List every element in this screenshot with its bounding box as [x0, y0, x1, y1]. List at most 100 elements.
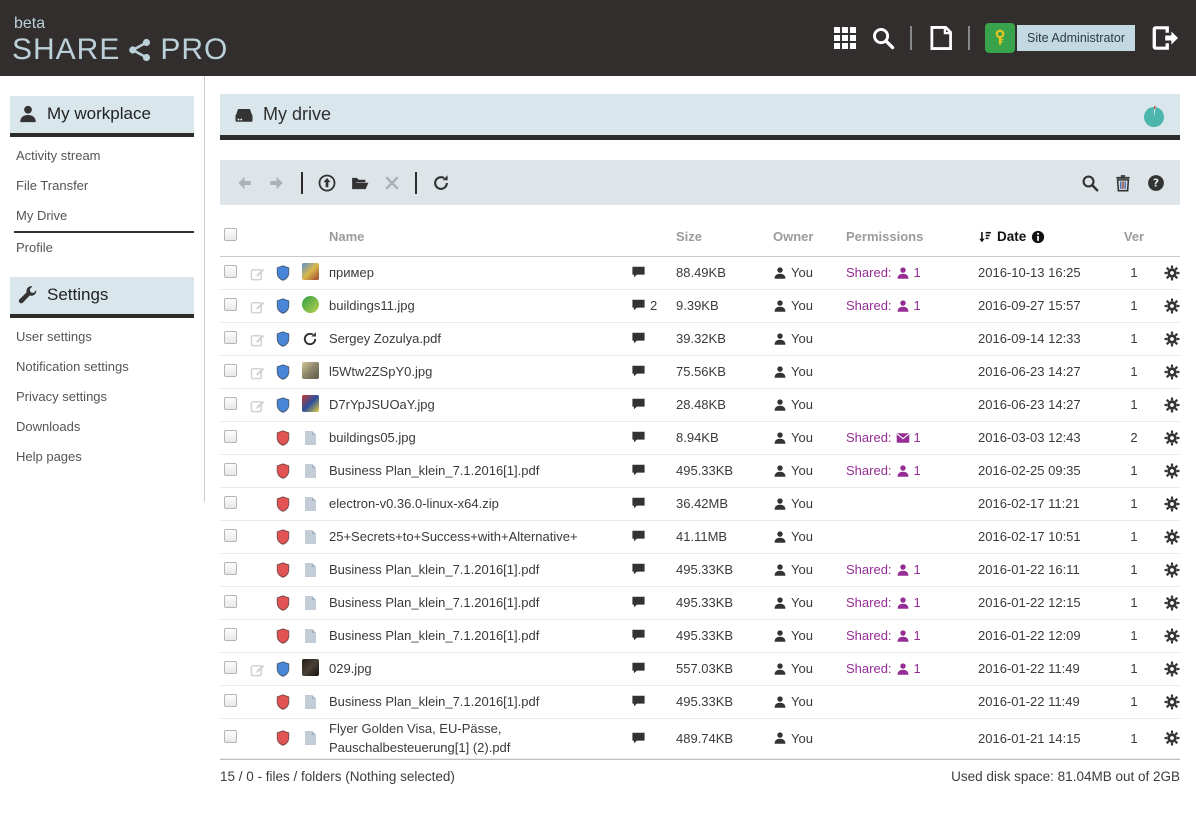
sidebar-item-file-transfer[interactable]: File Transfer: [14, 171, 194, 201]
gear-icon[interactable]: [1164, 661, 1180, 677]
logout-icon[interactable]: [1150, 24, 1178, 52]
gear-icon[interactable]: [1164, 331, 1180, 347]
open-folder-icon[interactable]: [351, 174, 369, 192]
back-icon[interactable]: [235, 174, 253, 192]
row-checkbox[interactable]: [224, 730, 237, 743]
gear-icon[interactable]: [1164, 463, 1180, 479]
row-checkbox[interactable]: [224, 364, 237, 377]
column-header-permissions[interactable]: Permissions: [846, 229, 978, 244]
user-avatar[interactable]: [985, 23, 1015, 53]
help-icon[interactable]: [1147, 174, 1165, 192]
file-name[interactable]: Business Plan_klein_7.1.2016[1].pdf: [329, 593, 631, 613]
gear-icon[interactable]: [1164, 430, 1180, 446]
file-name[interactable]: пример: [329, 263, 631, 283]
gear-icon[interactable]: [1164, 364, 1180, 380]
column-header-owner[interactable]: Owner: [773, 229, 846, 244]
row-checkbox[interactable]: [224, 331, 237, 344]
file-name[interactable]: l5Wtw2ZSpY0.jpg: [329, 362, 631, 382]
row-checkbox[interactable]: [224, 562, 237, 575]
comment-icon[interactable]: [631, 265, 646, 280]
sidebar-item-privacy-settings[interactable]: Privacy settings: [14, 382, 194, 412]
column-header-ver[interactable]: Ver: [1116, 229, 1152, 244]
edit-icon[interactable]: [250, 299, 265, 314]
edit-icon[interactable]: [250, 398, 265, 413]
sidebar-item-profile[interactable]: Profile: [14, 233, 194, 263]
comment-icon[interactable]: [631, 496, 646, 511]
gear-icon[interactable]: [1164, 298, 1180, 314]
column-header-date[interactable]: Date: [978, 229, 1116, 244]
gear-icon[interactable]: [1164, 397, 1180, 413]
edit-icon[interactable]: [250, 365, 265, 380]
upload-icon[interactable]: [318, 174, 336, 192]
refresh-icon[interactable]: [432, 174, 450, 192]
comment-icon[interactable]: [631, 628, 646, 643]
info-icon[interactable]: [1031, 230, 1045, 244]
clipboard-icon[interactable]: [927, 25, 953, 51]
comment-icon[interactable]: [631, 694, 646, 709]
comment-icon[interactable]: [631, 397, 646, 412]
comment-icon[interactable]: [631, 661, 646, 676]
row-checkbox[interactable]: [224, 430, 237, 443]
permissions-shared[interactable]: Shared: 1: [846, 661, 921, 676]
permissions-shared[interactable]: Shared: 1: [846, 298, 921, 313]
file-name[interactable]: Flyer Golden Visa, EU-Pässe,Pauschalbest…: [329, 719, 631, 758]
row-checkbox[interactable]: [224, 628, 237, 641]
permissions-shared[interactable]: Shared: 1: [846, 265, 921, 280]
row-checkbox[interactable]: [224, 463, 237, 476]
sidebar-item-user-settings[interactable]: User settings: [14, 322, 194, 352]
select-all-checkbox[interactable]: [224, 228, 237, 241]
row-checkbox[interactable]: [224, 529, 237, 542]
comment-icon[interactable]: [631, 364, 646, 379]
row-checkbox[interactable]: [224, 298, 237, 311]
sidebar-item-help-pages[interactable]: Help pages: [14, 442, 194, 472]
apps-grid-icon[interactable]: [834, 27, 856, 49]
gear-icon[interactable]: [1164, 496, 1180, 512]
gear-icon[interactable]: [1164, 529, 1180, 545]
file-name[interactable]: Business Plan_klein_7.1.2016[1].pdf: [329, 560, 631, 580]
disk-usage-pie-icon[interactable]: [1142, 105, 1166, 129]
sidebar-item-my-drive[interactable]: My Drive: [14, 201, 194, 233]
search-files-icon[interactable]: [1081, 174, 1099, 192]
trash-icon[interactable]: [1114, 174, 1132, 192]
file-name[interactable]: D7rYpJSUOaY.jpg: [329, 395, 631, 415]
user-menu[interactable]: Site Administrator: [985, 23, 1135, 53]
permissions-shared[interactable]: Shared: 1: [846, 595, 921, 610]
file-name[interactable]: electron-v0.36.0-linux-x64.zip: [329, 494, 631, 514]
file-name[interactable]: 029.jpg: [329, 659, 631, 679]
row-checkbox[interactable]: [224, 397, 237, 410]
gear-icon[interactable]: [1164, 265, 1180, 281]
file-name[interactable]: Sergey Zozulya.pdf: [329, 329, 631, 349]
row-checkbox[interactable]: [224, 265, 237, 278]
column-header-size[interactable]: Size: [676, 229, 773, 244]
row-checkbox[interactable]: [224, 496, 237, 509]
file-name[interactable]: Business Plan_klein_7.1.2016[1].pdf: [329, 692, 631, 712]
gear-icon[interactable]: [1164, 730, 1180, 746]
column-header-name[interactable]: Name: [329, 227, 631, 247]
file-name[interactable]: 25+Secrets+to+Success+with+Alternative+: [329, 527, 631, 547]
file-name[interactable]: Business Plan_klein_7.1.2016[1].pdf: [329, 461, 631, 481]
edit-icon[interactable]: [250, 266, 265, 281]
permissions-shared[interactable]: Shared: 1: [846, 628, 921, 643]
comment-icon[interactable]: [631, 331, 646, 346]
comment-icon[interactable]: [631, 430, 646, 445]
file-name[interactable]: buildings11.jpg: [329, 296, 631, 316]
comment-icon[interactable]: [631, 463, 646, 478]
search-icon[interactable]: [871, 26, 895, 50]
sidebar-item-downloads[interactable]: Downloads: [14, 412, 194, 442]
comment-icon[interactable]: [631, 562, 646, 577]
delete-icon[interactable]: [384, 175, 400, 191]
comment-icon[interactable]: [631, 529, 646, 544]
edit-icon[interactable]: [250, 332, 265, 347]
comment-icon[interactable]: [631, 731, 646, 746]
comment-icon[interactable]: [631, 595, 646, 610]
edit-icon[interactable]: [250, 662, 265, 677]
row-checkbox[interactable]: [224, 694, 237, 707]
forward-icon[interactable]: [268, 174, 286, 192]
file-name[interactable]: buildings05.jpg: [329, 428, 631, 448]
comment-icon[interactable]: [631, 298, 646, 313]
permissions-shared[interactable]: Shared: 1: [846, 562, 921, 577]
permissions-shared[interactable]: Shared: 1: [846, 430, 921, 445]
gear-icon[interactable]: [1164, 628, 1180, 644]
permissions-shared[interactable]: Shared: 1: [846, 463, 921, 478]
gear-icon[interactable]: [1164, 595, 1180, 611]
